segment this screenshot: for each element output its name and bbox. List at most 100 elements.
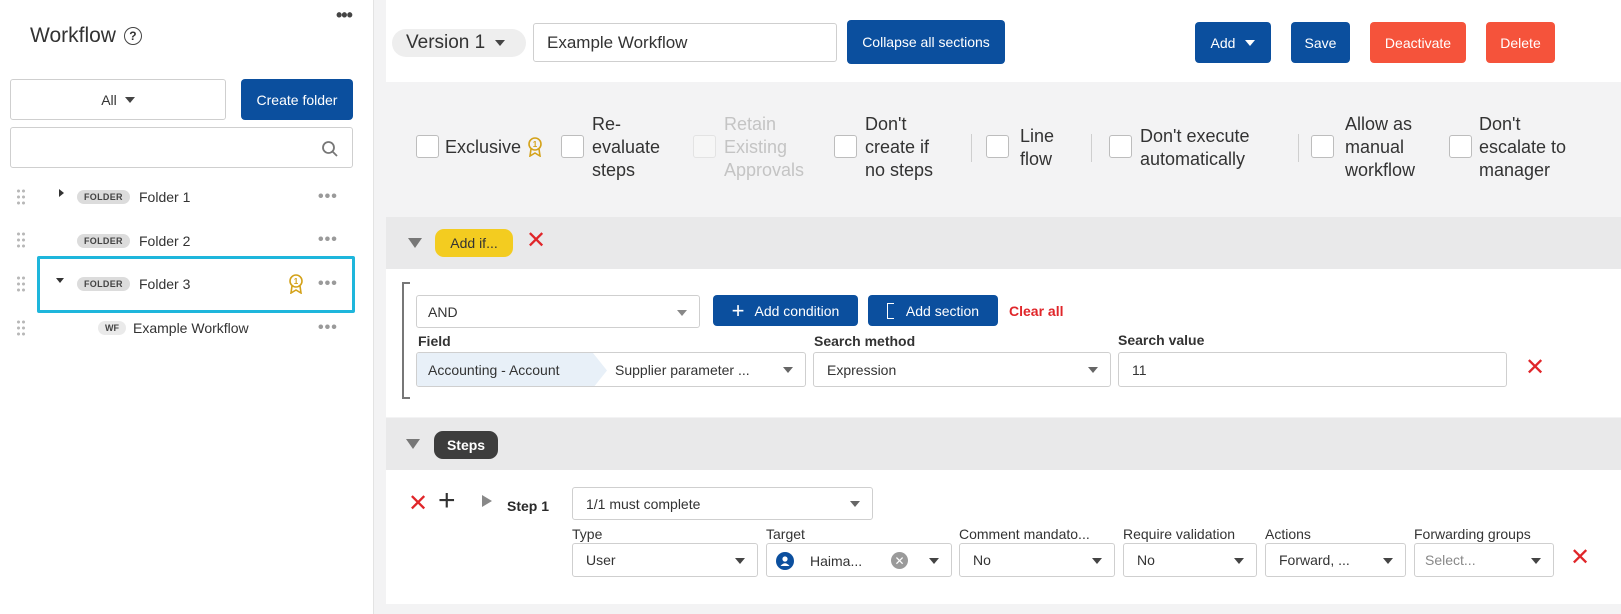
line-flow-checkbox[interactable]: [986, 135, 1009, 158]
chevron-down-icon: [124, 96, 135, 103]
tree-item-folder-3[interactable]: Folder 3: [139, 276, 190, 292]
tree-item-example-workflow[interactable]: Example Workflow: [133, 320, 249, 336]
retain-approvals-checkbox: [693, 135, 716, 158]
operator-value: AND: [428, 303, 458, 320]
search-method-select[interactable]: Expression: [813, 352, 1111, 387]
retain-line-1: Retain: [724, 114, 777, 134]
add-if-section-body: AND + Add condition Add section Clear al…: [386, 269, 1621, 417]
collapse-section-icon[interactable]: [408, 238, 422, 248]
workflow-options: Exclusive 1 Re- evaluate steps Retain Ex…: [386, 82, 1621, 216]
workflow-name-input[interactable]: Example Workflow: [533, 23, 837, 62]
search-method-label: Search method: [814, 333, 916, 349]
row-more-icon[interactable]: •••: [318, 231, 338, 249]
drag-handle-icon[interactable]: [16, 275, 25, 293]
collapse-section-icon[interactable]: [406, 439, 420, 449]
workflow-toolbar: Version 1 Example Workflow Collapse all …: [386, 0, 1621, 82]
sidebar-more-icon[interactable]: •••: [336, 6, 353, 24]
save-button[interactable]: Save: [1291, 22, 1350, 63]
deactivate-button[interactable]: Deactivate: [1370, 22, 1466, 63]
dont-execute-checkbox[interactable]: [1109, 135, 1132, 158]
field-path-1: Accounting - Account: [428, 362, 560, 378]
remove-step-row-icon[interactable]: ✕: [1570, 546, 1590, 570]
expand-step-icon[interactable]: [482, 495, 492, 507]
folder-filter-select[interactable]: All: [10, 79, 226, 120]
tree-item-folder-2[interactable]: Folder 2: [139, 233, 190, 249]
exclusive-checkbox[interactable]: [416, 135, 439, 158]
row-more-icon[interactable]: •••: [318, 275, 338, 293]
expand-icon[interactable]: [59, 189, 64, 197]
dont-create-label: Don't create if no steps: [865, 113, 933, 182]
target-value: Haima...: [810, 553, 863, 569]
svg-text:1: 1: [294, 277, 299, 286]
actions-select[interactable]: Forward, ...: [1265, 543, 1406, 577]
field-path-select[interactable]: Accounting - Account Supplier parameter …: [416, 352, 806, 387]
sidebar: Workflow ? ••• All Create folder FOLDER …: [0, 0, 374, 614]
drag-handle-icon[interactable]: [16, 319, 25, 337]
plus-icon: +: [731, 297, 745, 323]
dont-escalate-checkbox[interactable]: [1449, 135, 1472, 158]
clear-target-icon[interactable]: ✕: [891, 552, 908, 569]
dont-escalate-line-1: Don't: [1479, 114, 1521, 134]
validation-select[interactable]: No: [1123, 543, 1257, 577]
target-select[interactable]: Haima... ✕: [766, 543, 952, 577]
collapse-all-button[interactable]: Collapse all sections: [847, 20, 1005, 64]
collapse-icon[interactable]: [56, 278, 64, 283]
forwarding-select[interactable]: Select...: [1414, 543, 1554, 577]
dont-escalate-label: Don't escalate to manager: [1479, 113, 1566, 182]
steps-section-header: Steps: [386, 418, 1621, 470]
workflow-name-value: Example Workflow: [547, 32, 688, 52]
dont-create-checkbox[interactable]: [834, 135, 857, 158]
create-folder-button[interactable]: Create folder: [241, 79, 353, 120]
add-step-icon[interactable]: +: [438, 486, 456, 516]
delete-button[interactable]: Delete: [1486, 22, 1555, 63]
chevron-down-icon: [850, 501, 860, 507]
add-condition-label: Add condition: [754, 302, 840, 319]
remove-condition-icon[interactable]: ✕: [1525, 356, 1545, 380]
retain-approvals-label: Retain Existing Approvals: [724, 113, 804, 182]
add-if-pill[interactable]: Add if...: [435, 229, 513, 257]
allow-manual-checkbox[interactable]: [1311, 135, 1334, 158]
search-value-label: Search value: [1118, 332, 1205, 348]
help-icon[interactable]: ?: [123, 27, 142, 45]
row-more-icon[interactable]: •••: [318, 319, 338, 337]
type-select[interactable]: User: [572, 543, 758, 577]
folder-badge: FOLDER: [77, 190, 130, 204]
chevron-down-icon: [1531, 558, 1541, 564]
add-button[interactable]: Add: [1195, 22, 1271, 63]
sidebar-search-input[interactable]: [10, 127, 353, 168]
field-label: Field: [418, 333, 451, 349]
version-select[interactable]: Version 1: [392, 29, 526, 57]
remove-section-icon[interactable]: ✕: [526, 229, 546, 253]
retain-line-3: Approvals: [724, 160, 805, 180]
type-value: User: [586, 552, 616, 568]
chevron-down-icon: [929, 558, 939, 564]
user-icon: [776, 552, 794, 570]
comment-label: Comment mandato...: [959, 526, 1090, 542]
tree-item-folder-1[interactable]: Folder 1: [139, 189, 190, 205]
step-label: Step 1: [507, 498, 550, 514]
operator-select[interactable]: AND: [416, 295, 700, 328]
chevron-down-icon: [735, 558, 745, 564]
search-value-input[interactable]: 11: [1118, 352, 1507, 387]
reevaluate-checkbox[interactable]: [561, 135, 584, 158]
allow-manual-label: Allow as manual workflow: [1345, 113, 1415, 182]
add-section-button[interactable]: Add section: [868, 295, 998, 326]
completion-select[interactable]: 1/1 must complete: [572, 487, 873, 520]
folder-badge: FOLDER: [77, 277, 130, 291]
folder-filter-value: All: [101, 91, 117, 108]
steps-pill[interactable]: Steps: [434, 431, 498, 459]
drag-handle-icon[interactable]: [16, 231, 25, 249]
clear-all-link[interactable]: Clear all: [1009, 303, 1063, 319]
line-flow-line-2: flow: [1020, 149, 1053, 169]
reevaluate-line-1: Re-: [592, 114, 622, 134]
dont-escalate-line-2: escalate to: [1479, 137, 1567, 157]
comment-value: No: [973, 552, 991, 568]
drag-handle-icon[interactable]: [16, 188, 25, 206]
dont-create-line-3: no steps: [865, 160, 934, 180]
remove-step-icon[interactable]: ✕: [408, 492, 428, 516]
comment-select[interactable]: No: [959, 543, 1115, 577]
add-condition-button[interactable]: + Add condition: [713, 295, 858, 326]
add-button-label: Add: [1210, 34, 1236, 51]
chevron-down-icon: [1234, 558, 1244, 564]
row-more-icon[interactable]: •••: [318, 188, 338, 206]
